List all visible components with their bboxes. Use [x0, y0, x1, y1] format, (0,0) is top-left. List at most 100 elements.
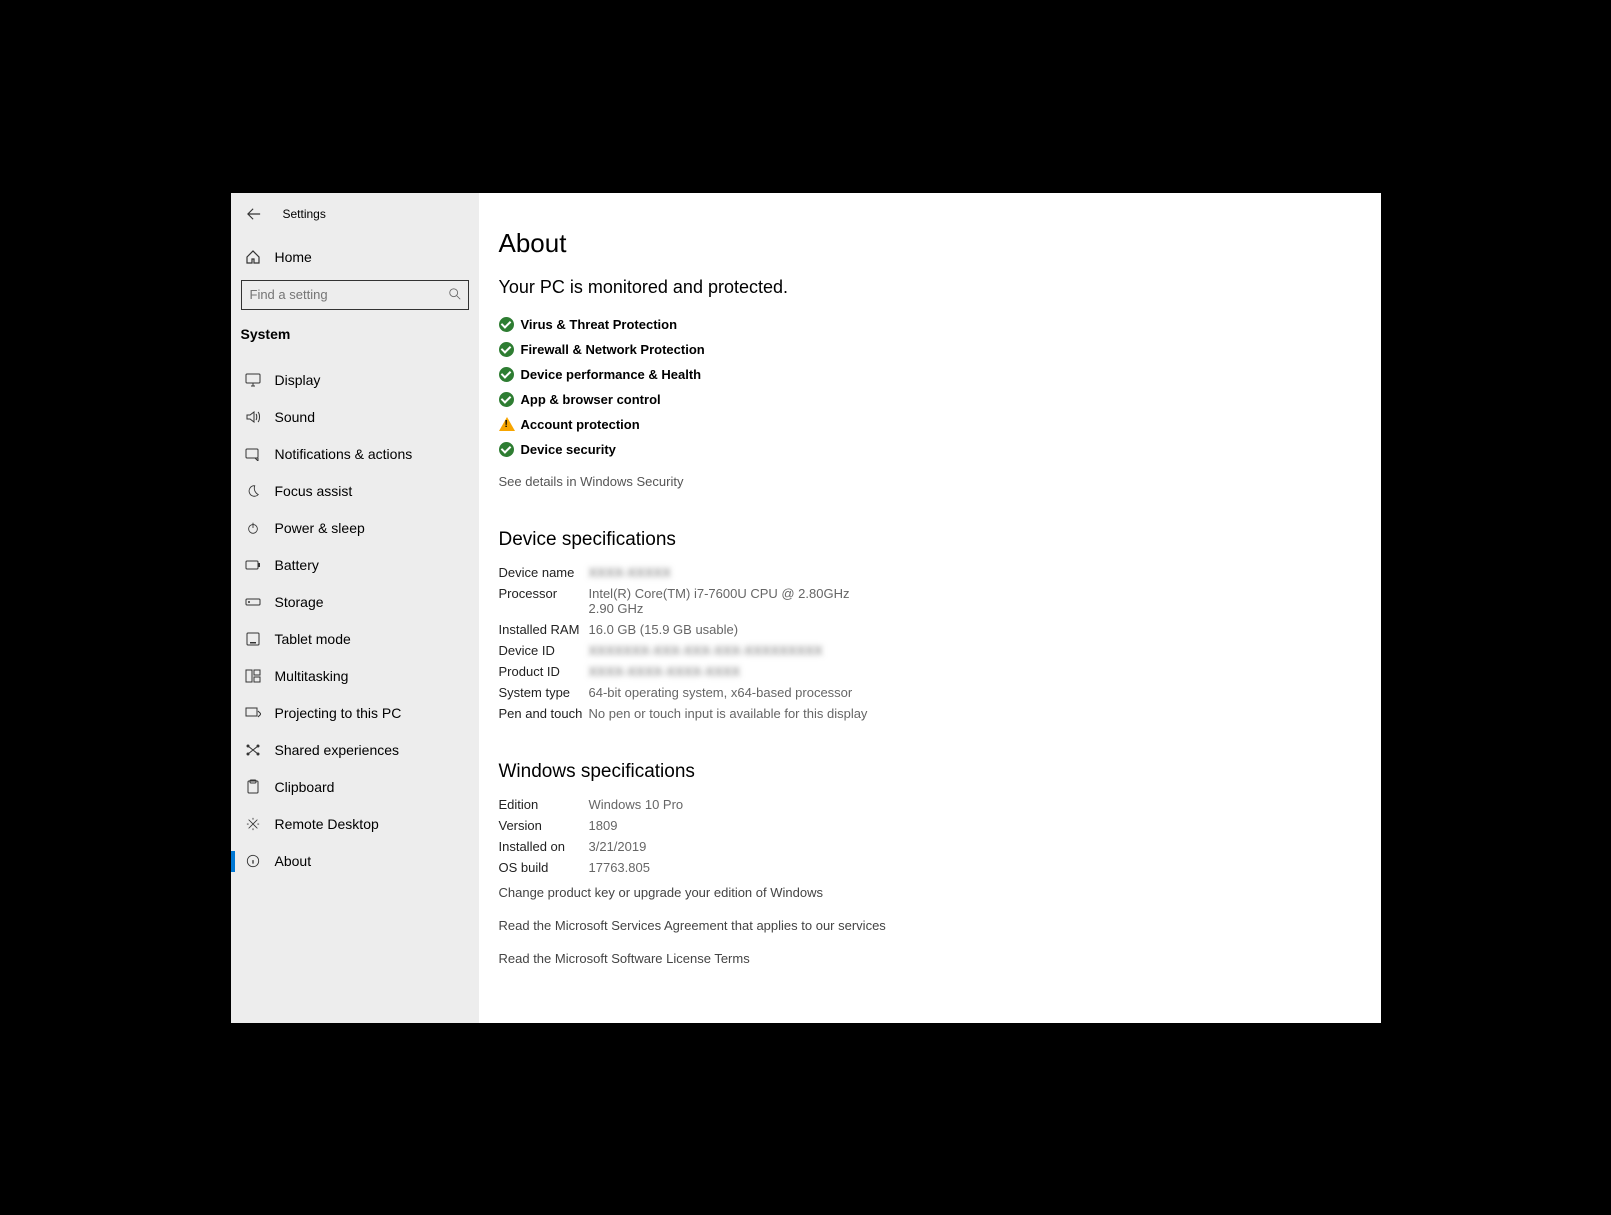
- prot-label: Virus & Threat Protection: [521, 317, 678, 332]
- nav-label: Shared experiences: [275, 742, 400, 758]
- check-icon: [499, 317, 521, 332]
- sidebar: Settings Home System Display: [231, 193, 479, 1023]
- content-pane: About Your PC is monitored and protected…: [479, 193, 1381, 1023]
- spec-value: No pen or touch input is available for t…: [589, 706, 868, 721]
- nav-about[interactable]: About: [231, 843, 479, 880]
- settings-window: Settings Home System Display: [231, 193, 1381, 1023]
- nav-notifications[interactable]: Notifications & actions: [231, 436, 479, 473]
- nav-label: Notifications & actions: [275, 446, 413, 462]
- nav-clipboard[interactable]: Clipboard: [231, 769, 479, 806]
- spec-value: Intel(R) Core(TM) i7-7600U CPU @ 2.80GHz…: [589, 586, 869, 616]
- spec-value: 1809: [589, 818, 618, 833]
- spec-value: XXXX-XXXXX: [589, 565, 671, 580]
- nav-label: Focus assist: [275, 483, 353, 499]
- nav-label: About: [275, 853, 312, 869]
- nav-label: Multitasking: [275, 668, 349, 684]
- nav-label: Tablet mode: [275, 631, 351, 647]
- spec-key: Installed on: [499, 839, 589, 854]
- prot-virus: Virus & Threat Protection: [499, 312, 1381, 337]
- info-icon: [243, 852, 263, 870]
- prot-app: App & browser control: [499, 387, 1381, 412]
- tablet-icon: [243, 630, 263, 648]
- nav-label: Projecting to this PC: [275, 705, 402, 721]
- nav-label: Storage: [275, 594, 324, 610]
- nav-list: Display Sound Notifications & actions Fo…: [231, 362, 479, 880]
- remote-icon: [243, 815, 263, 833]
- nav-storage[interactable]: Storage: [231, 584, 479, 621]
- check-icon: [499, 342, 521, 357]
- spec-value: 16.0 GB (15.9 GB usable): [589, 622, 739, 637]
- nav-tablet[interactable]: Tablet mode: [231, 621, 479, 658]
- nav-shared[interactable]: Shared experiences: [231, 732, 479, 769]
- sound-icon: [243, 408, 263, 426]
- page-title: About: [499, 228, 1381, 259]
- check-icon: [499, 392, 521, 407]
- spec-key: Pen and touch: [499, 706, 589, 721]
- security-link[interactable]: See details in Windows Security: [499, 474, 1381, 489]
- nav-power[interactable]: Power & sleep: [231, 510, 479, 547]
- home-link[interactable]: Home: [231, 239, 479, 275]
- win-spec-table: EditionWindows 10 Pro Version1809 Instal…: [499, 797, 1381, 875]
- prot-label: Firewall & Network Protection: [521, 342, 705, 357]
- prot-perf: Device performance & Health: [499, 362, 1381, 387]
- prot-label: Device performance & Health: [521, 367, 702, 382]
- change-key-link[interactable]: Change product key or upgrade your editi…: [499, 885, 1381, 900]
- prot-label: Device security: [521, 442, 616, 457]
- spec-value: 64-bit operating system, x64-based proce…: [589, 685, 853, 700]
- spec-value: XXXX-XXXX-XXXX-XXXX: [589, 664, 741, 679]
- home-icon: [243, 249, 263, 265]
- nav-projecting[interactable]: Projecting to this PC: [231, 695, 479, 732]
- prot-firewall: Firewall & Network Protection: [499, 337, 1381, 362]
- spec-key: Installed RAM: [499, 622, 589, 637]
- check-icon: [499, 442, 521, 457]
- spec-key: Version: [499, 818, 589, 833]
- multitask-icon: [243, 667, 263, 685]
- prot-label: Account protection: [521, 417, 640, 432]
- device-spec-table: Device nameXXXX-XXXXX ProcessorIntel(R) …: [499, 565, 1381, 721]
- back-button[interactable]: [243, 203, 265, 225]
- storage-icon: [243, 593, 263, 611]
- nav-battery[interactable]: Battery: [231, 547, 479, 584]
- arrow-left-icon: [247, 207, 261, 221]
- license-link[interactable]: Read the Microsoft Software License Term…: [499, 951, 1381, 966]
- notifications-icon: [243, 445, 263, 463]
- protection-list: Virus & Threat Protection Firewall & Net…: [499, 312, 1381, 462]
- nav-label: Clipboard: [275, 779, 335, 795]
- prot-devsec: Device security: [499, 437, 1381, 462]
- msa-link[interactable]: Read the Microsoft Services Agreement th…: [499, 918, 1381, 933]
- nav-sound[interactable]: Sound: [231, 399, 479, 436]
- search-icon: [448, 287, 462, 301]
- spec-key: Device ID: [499, 643, 589, 658]
- nav-multitask[interactable]: Multitasking: [231, 658, 479, 695]
- nav-focus[interactable]: Focus assist: [231, 473, 479, 510]
- search-box[interactable]: [241, 280, 469, 310]
- protection-subtitle: Your PC is monitored and protected.: [499, 277, 1381, 298]
- spec-key: Edition: [499, 797, 589, 812]
- nav-remote[interactable]: Remote Desktop: [231, 806, 479, 843]
- projecting-icon: [243, 704, 263, 722]
- nav-display[interactable]: Display: [231, 362, 479, 399]
- device-spec-header: Device specifications: [499, 529, 1381, 551]
- warn-icon: [499, 417, 521, 431]
- win-spec-header: Windows specifications: [499, 761, 1381, 783]
- nav-label: Sound: [275, 409, 315, 425]
- spec-key: OS build: [499, 860, 589, 875]
- moon-icon: [243, 482, 263, 500]
- spec-value: XXXXXXX-XXX-XXX-XXX-XXXXXXXXX: [589, 643, 823, 658]
- nav-label: Display: [275, 372, 321, 388]
- nav-label: Remote Desktop: [275, 816, 379, 832]
- shared-icon: [243, 741, 263, 759]
- spec-key: Device name: [499, 565, 589, 580]
- category-title: System: [231, 310, 479, 352]
- nav-label: Power & sleep: [275, 520, 365, 536]
- spec-value: Windows 10 Pro: [589, 797, 684, 812]
- spec-key: Processor: [499, 586, 589, 616]
- check-icon: [499, 367, 521, 382]
- display-icon: [243, 371, 263, 389]
- power-icon: [243, 519, 263, 537]
- clipboard-icon: [243, 778, 263, 796]
- app-title: Settings: [283, 207, 326, 221]
- search-input[interactable]: [242, 281, 438, 309]
- prot-label: App & browser control: [521, 392, 661, 407]
- nav-label: Battery: [275, 557, 319, 573]
